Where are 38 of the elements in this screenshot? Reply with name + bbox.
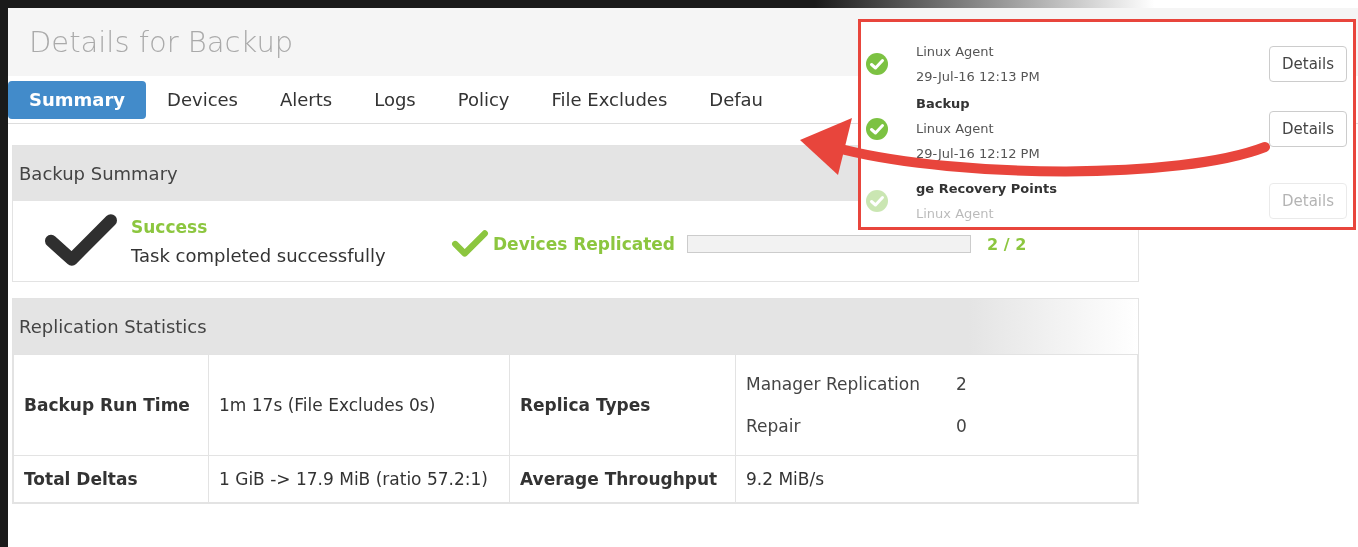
table-cell: 1m 17s (File Excludes 0s): [208, 354, 510, 456]
panel-title: Replication Statistics: [19, 316, 207, 337]
tab[interactable]: Logs: [353, 80, 437, 119]
tab[interactable]: Devices: [146, 80, 259, 119]
table-cell: Average Throughput: [509, 455, 736, 503]
tab[interactable]: Defau: [688, 80, 784, 119]
item-time: 29-Jul-16 12:12 PM: [916, 146, 1041, 161]
item-source: Linux Agent: [916, 44, 995, 59]
table-cell: Backup Run Time: [13, 354, 209, 456]
table-cell: Total Deltas: [13, 455, 209, 503]
type-count: 0: [956, 416, 968, 436]
details-button[interactable]: Details: [1269, 46, 1347, 82]
tab[interactable]: Alerts: [259, 80, 354, 119]
table-cell: 9.2 MiB/s: [735, 455, 1138, 503]
check-circle-icon: [865, 52, 889, 76]
check-icon: [451, 229, 489, 259]
table-cell: 1 GiB -> 17.9 MiB (ratio 57.2:1): [208, 455, 510, 503]
window-title: Details for Backup: [29, 25, 294, 59]
type-name: Repair: [746, 416, 802, 436]
details-button[interactable]: Details: [1269, 110, 1347, 147]
item-source: Linux Agent: [916, 206, 995, 221]
replicated-count: 2 / 2: [987, 234, 1027, 254]
type-count: 2: [956, 374, 968, 394]
item-title: ge Recovery Points: [916, 181, 1058, 196]
replicated-label: Devices Replicated: [493, 234, 675, 254]
check-circle-icon: [865, 189, 889, 213]
tab[interactable]: Summary: [8, 80, 147, 119]
panel-title: Backup Summary: [19, 163, 178, 184]
type-name: Manager Replication: [746, 374, 921, 394]
tab[interactable]: Policy: [436, 80, 531, 119]
item-source: Linux Agent: [916, 121, 995, 136]
status-message: Task completed successfully: [131, 244, 387, 266]
item-title: Backup: [916, 96, 971, 111]
tab[interactable]: File Excludes: [530, 80, 689, 119]
item-time: 29-Jul-16 12:13 PM: [916, 69, 1041, 84]
status-text: Success: [131, 216, 209, 237]
check-circle-icon: [865, 116, 889, 141]
table-cell: Replica Types: [509, 354, 736, 456]
